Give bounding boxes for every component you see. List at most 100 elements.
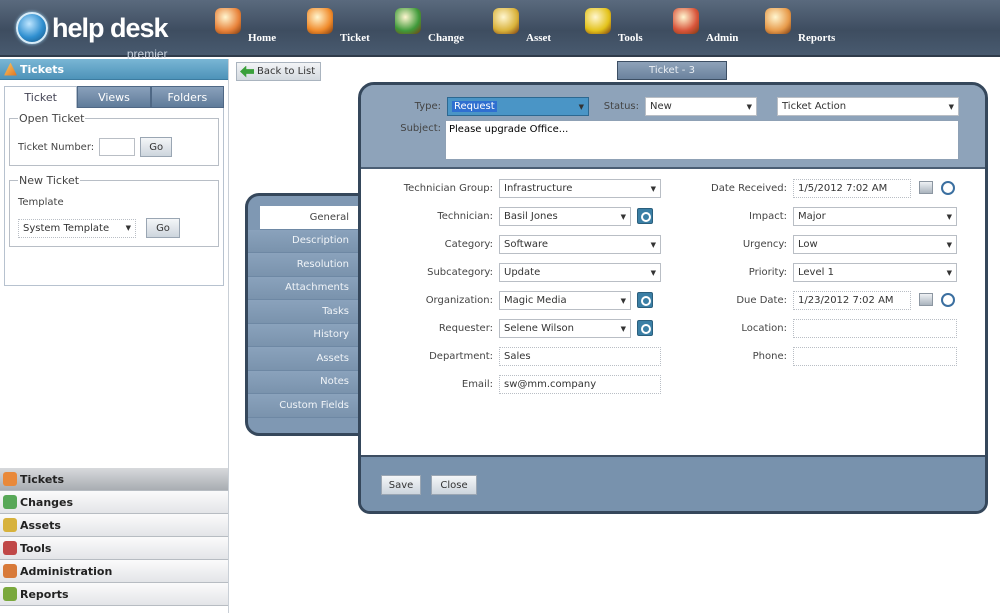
subject-input[interactable]: Please upgrade Office... [445,120,959,160]
location-input[interactable] [793,319,957,338]
nav-ticket[interactable]: Ticket [307,0,395,57]
left-panel-header: Tickets [0,59,228,80]
side-tab-history[interactable]: History [248,323,361,347]
accordion-label: Reports [20,587,69,601]
status-value: New [650,101,672,112]
chevron-down-icon: ▼ [650,184,656,193]
nav-change[interactable]: Change [395,0,493,57]
email-label: Email: [461,379,493,390]
requester-select[interactable]: Selene Wilson ▼ [499,319,631,338]
logo-title: help desk [52,13,169,43]
nav-home[interactable]: Home [215,0,307,57]
ticket-number-input[interactable] [99,138,136,156]
chevron-down-icon: ▼ [650,268,656,277]
chevron-down-icon: ▼ [946,268,952,277]
admin-icon [673,8,699,34]
email-input[interactable]: sw@mm.company [499,375,661,394]
clock-icon[interactable] [941,181,955,195]
new-ticket-legend: New Ticket [19,174,80,187]
nav-admin[interactable]: Admin [673,0,765,57]
technician-select[interactable]: Basil Jones ▼ [499,207,631,226]
impact-select[interactable]: Major ▼ [793,207,957,226]
nav-label: Reports [798,32,836,44]
search-icon[interactable] [637,320,653,336]
clock-icon[interactable] [941,293,955,307]
logo[interactable]: help desk premier [16,8,169,61]
chevron-down-icon: ▼ [946,240,952,249]
accordion-label: Changes [20,495,74,509]
template-label: Template [18,197,64,208]
email-value: sw@mm.company [504,379,597,390]
urgency-label: Urgency: [742,239,787,250]
due-date-input[interactable]: 1/23/2012 7:02 AM [793,291,911,310]
priority-label: Priority: [748,267,787,278]
impact-label: Impact: [749,211,787,222]
chevron-down-icon: ▼ [620,212,626,221]
side-tab-general[interactable]: General [260,206,361,230]
organization-select[interactable]: Magic Media ▼ [499,291,631,310]
open-ticket-go-button[interactable]: Go [140,137,173,157]
priority-select[interactable]: Level 1 ▼ [793,263,957,282]
ticket-action-select[interactable]: Ticket Action ▼ [777,97,959,116]
location-label: Location: [741,323,787,334]
chevron-down-icon: ▼ [620,296,626,305]
accordion-changes[interactable]: Changes [0,491,228,514]
side-tab-resolution[interactable]: Resolution [248,253,361,277]
subcategory-select[interactable]: Update ▼ [499,263,661,282]
accordion-tools[interactable]: Tools [0,537,228,560]
administration-icon [3,564,17,578]
search-icon[interactable] [637,292,653,308]
calendar-icon[interactable] [919,293,933,306]
nav-reports[interactable]: Reports [765,0,875,57]
chevron-down-icon: ▼ [946,212,952,221]
ticket-action-value: Ticket Action [782,101,847,112]
side-tab-notes[interactable]: Notes [248,370,361,394]
side-tab-tasks[interactable]: Tasks [248,300,361,324]
ticket-tab[interactable]: Ticket - 3 [617,61,727,80]
nav-asset[interactable]: Asset [493,0,585,57]
tab-views[interactable]: Views [77,86,151,108]
type-select[interactable]: Request ▼ [447,97,589,116]
department-label: Department: [429,351,493,362]
search-icon[interactable] [637,208,653,224]
side-tab-attachments[interactable]: Attachments [248,276,361,300]
back-to-list-button[interactable]: Back to List [236,62,322,81]
category-select[interactable]: Software ▼ [499,235,661,254]
accordion-reports[interactable]: Reports [0,583,228,606]
calendar-icon[interactable] [919,181,933,194]
phone-input[interactable] [793,347,957,366]
tab-folders[interactable]: Folders [150,86,224,108]
template-value: System Template [23,222,110,234]
accordion-label: Tools [20,541,52,555]
save-button[interactable]: Save [381,475,421,495]
tab-ticket[interactable]: Ticket [4,86,78,108]
date-received-input[interactable]: 1/5/2012 7:02 AM [793,179,911,198]
technician-group-select[interactable]: Infrastructure ▼ [499,179,661,198]
new-ticket-go-button[interactable]: Go [146,218,180,238]
accordion-label: Assets [20,518,61,532]
left-panel-tabs: Ticket Views Folders [4,86,224,108]
accordion-tickets[interactable]: Tickets [0,468,228,491]
subcategory-value: Update [504,267,541,278]
close-button[interactable]: Close [431,475,477,495]
side-tab-assets[interactable]: Assets [248,347,361,371]
side-tab-description[interactable]: Description [248,229,361,253]
accordion-assets[interactable]: Assets [0,514,228,537]
accordion-administration[interactable]: Administration [0,560,228,583]
department-input[interactable]: Sales [499,347,661,366]
urgency-select[interactable]: Low ▼ [793,235,957,254]
side-tab-custom-fields[interactable]: Custom Fields [248,394,361,418]
subcategory-label: Subcategory: [427,267,493,278]
changes-icon [3,495,17,509]
top-bar: help desk premier Home Ticket Change Asset T… [0,0,1000,61]
due-date-label: Due Date: [736,295,787,306]
home-icon [215,8,241,34]
template-select[interactable]: System Template ▼ [18,218,136,238]
date-received-label: Date Received: [711,183,787,194]
nav-tools[interactable]: Tools [585,0,673,57]
chevron-down-icon: ▼ [125,224,131,232]
type-value: Request [452,101,497,112]
type-label: Type: [414,101,441,112]
logo-orb-icon [16,12,48,44]
status-select[interactable]: New ▼ [645,97,757,116]
